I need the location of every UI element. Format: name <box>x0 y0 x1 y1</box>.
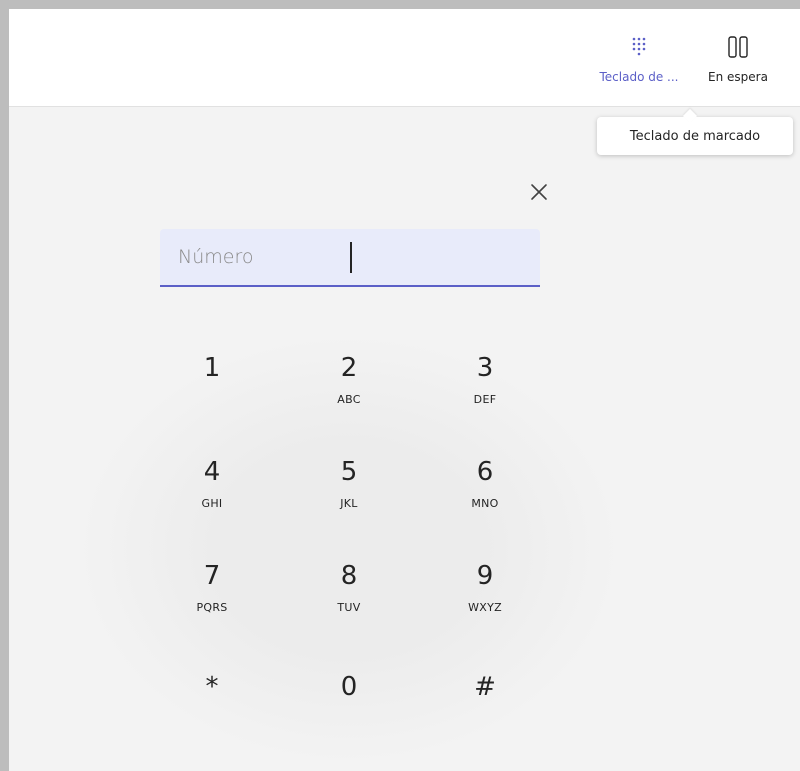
key-digit: 9 <box>476 561 494 591</box>
dialpad-button[interactable]: Teclado de ... <box>593 9 685 106</box>
key-letters: TUV <box>337 601 361 614</box>
key-digit: 8 <box>340 561 358 591</box>
key-7[interactable]: 7 PQRS <box>162 555 262 641</box>
phone-number-field[interactable] <box>160 229 540 287</box>
key-letters: ABC <box>337 393 361 406</box>
dialpad-icon <box>631 34 647 60</box>
key-8[interactable]: 8 TUV <box>299 555 399 641</box>
key-digit: 3 <box>476 353 494 383</box>
key-1[interactable]: 1 <box>162 347 262 433</box>
key-letters: GHI <box>201 497 223 510</box>
key-digit: 7 <box>203 561 221 591</box>
hold-button-label: En espera <box>708 70 768 84</box>
call-window: Teclado de ... En espera Teclado de marc… <box>9 9 800 771</box>
key-digit: 6 <box>476 457 494 487</box>
pause-icon <box>727 34 749 60</box>
key-digit: 4 <box>203 457 221 487</box>
key-digit: 0 <box>340 672 358 702</box>
close-dialpad-button[interactable] <box>526 181 552 207</box>
key-letters: WXYZ <box>468 601 502 614</box>
key-letters: DEF <box>473 393 497 406</box>
key-digit: # <box>474 672 496 702</box>
key-0[interactable]: 0 <box>299 663 399 749</box>
text-cursor <box>350 242 352 273</box>
call-toolbar: Teclado de ... En espera <box>9 9 800 107</box>
key-4[interactable]: 4 GHI <box>162 451 262 537</box>
key-3[interactable]: 3 DEF <box>435 347 535 433</box>
key-digit: 1 <box>203 353 221 383</box>
key-6[interactable]: 6 MNO <box>435 451 535 537</box>
dialpad-tooltip: Teclado de marcado <box>597 117 793 155</box>
tooltip-text: Teclado de marcado <box>629 128 761 144</box>
key-9[interactable]: 9 WXYZ <box>435 555 535 641</box>
key-letters: JKL <box>340 497 358 510</box>
key-star[interactable]: * <box>162 663 262 749</box>
dialpad-button-label: Teclado de ... <box>599 70 679 84</box>
key-digit: 2 <box>340 353 358 383</box>
key-5[interactable]: 5 JKL <box>299 451 399 537</box>
key-2[interactable]: 2 ABC <box>299 347 399 433</box>
key-letters: MNO <box>471 497 499 510</box>
key-letters: PQRS <box>196 601 228 614</box>
close-icon <box>530 183 548 205</box>
hold-button[interactable]: En espera <box>707 9 769 106</box>
key-digit: * <box>205 672 219 702</box>
key-digit: 5 <box>340 457 358 487</box>
key-hash[interactable]: # <box>435 663 535 749</box>
